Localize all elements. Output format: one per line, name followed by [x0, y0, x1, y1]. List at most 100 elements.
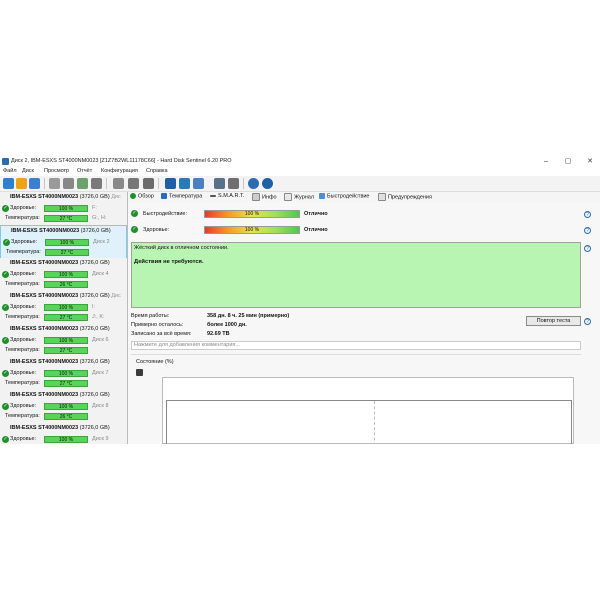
- refresh-icon[interactable]: [3, 178, 14, 189]
- performance-row: ✓ Быстродействие: 100 % Отлично ?: [128, 209, 600, 219]
- log-icon: [284, 193, 292, 201]
- tab-label: S.M.A.R.T.: [218, 193, 245, 199]
- disk-health-bar: 100 %: [44, 370, 88, 377]
- help-icon[interactable]: ?: [584, 227, 591, 234]
- help-icon[interactable]: ?: [584, 245, 591, 252]
- overview-panel: ✓ Быстродействие: 100 % Отлично ? ✓ Здор…: [128, 202, 600, 444]
- status-message-box: Жёсткий диск в отличном состоянии. Дейст…: [131, 242, 581, 308]
- tab-performance[interactable]: Быстродействие: [319, 193, 370, 199]
- disk-health-label: Здоровье:: [10, 370, 37, 376]
- menu-file[interactable]: Файл: [3, 168, 17, 174]
- tab-info[interactable]: Инфо: [252, 193, 277, 201]
- disk-name: IBM-ESXS ST4000NM0023: [10, 194, 79, 200]
- maximize-button[interactable]: ▢: [558, 157, 578, 166]
- tab-smart[interactable]: S.M.A.R.T.: [210, 193, 244, 199]
- sync-icon[interactable]: [29, 178, 40, 189]
- disk-name: IBM-ESXS ST4000NM0023: [10, 326, 79, 332]
- disk-repair-icon[interactable]: [128, 178, 139, 189]
- disk-temp-bar: 26 °C: [44, 281, 88, 288]
- disk-health-label: Здоровье:: [10, 205, 37, 211]
- tab-log[interactable]: Журнал: [284, 193, 314, 201]
- check-icon: [130, 193, 136, 199]
- minimize-button[interactable]: –: [536, 157, 556, 166]
- disk-list-item[interactable]: IBM-ESXS ST4000NM0023 (3726,0 GB) ✓ Здоро…: [0, 258, 127, 292]
- mail-icon[interactable]: [179, 178, 190, 189]
- disk-temp-row: Температура: 27 °C: [0, 346, 127, 355]
- disk-name: IBM-ESXS ST4000NM0023: [10, 425, 79, 431]
- disk-surface-icon[interactable]: [113, 178, 124, 189]
- report-icon[interactable]: [165, 178, 176, 189]
- disk-temp-value: 27 °C: [60, 250, 74, 256]
- disk-list-item[interactable]: IBM-ESXS ST4000NM0023 (3726,0 GB) Дис ✓ Зд…: [0, 192, 127, 226]
- disk-health-value: 100 %: [58, 206, 74, 212]
- action-message: Действия не требуются.: [134, 259, 204, 265]
- disk-health-value: 100 %: [58, 404, 74, 410]
- tab-warnings[interactable]: Предупреждения: [378, 193, 432, 201]
- send-icon[interactable]: [193, 178, 204, 189]
- settings-icon[interactable]: [214, 178, 225, 189]
- disk-temp-value: 27 °C: [59, 348, 73, 354]
- disk-health-value: 100 %: [59, 240, 75, 246]
- health-label: Здоровье:: [143, 227, 170, 233]
- disk-check-icon[interactable]: [77, 178, 88, 189]
- disk-test-icon[interactable]: [91, 178, 102, 189]
- thermometer-icon: [161, 193, 167, 199]
- rescan-icon[interactable]: [16, 178, 27, 189]
- tab-bar: Обзор Температура S.M.A.R.T. Инфо Журнал…: [128, 192, 600, 202]
- disk-name-row: IBM-ESXS ST4000NM0023 (3726,0 GB): [10, 392, 110, 398]
- comment-field[interactable]: Нажмите для добавления комментария...: [131, 341, 581, 350]
- menu-view[interactable]: Просмотр: [44, 168, 69, 174]
- performance-value: 100 %: [244, 211, 260, 217]
- menu-disk[interactable]: Диск: [22, 168, 34, 174]
- help-icon[interactable]: ?: [584, 318, 591, 325]
- disk-name: IBM-ESXS ST4000NM0023: [11, 228, 80, 234]
- disk-letter-2: G:, H:: [92, 215, 107, 221]
- disk-letter: F:: [92, 205, 97, 211]
- disk-info-icon[interactable]: [63, 178, 74, 189]
- tab-temperature[interactable]: Температура: [161, 193, 202, 199]
- disk-list-item[interactable]: IBM-ESXS ST4000NM0023 (3726,0 GB) Дис ✓ Зд…: [0, 291, 127, 325]
- disk-health-label: Здоровье:: [10, 271, 37, 277]
- help-icon[interactable]: [248, 178, 259, 189]
- disk-temp-row: Температура: 26 °C: [0, 412, 127, 421]
- disk-size: (3726,0 GB): [79, 425, 110, 431]
- menu-help[interactable]: Справка: [146, 168, 168, 174]
- help-icon[interactable]: ?: [584, 211, 591, 218]
- disk-icon[interactable]: [49, 178, 60, 189]
- disk-list-item[interactable]: IBM-ESXS ST4000NM0023 (3726,0 GB) ✓ Здоро…: [0, 225, 127, 260]
- disk-temp-bar: 27 °C: [45, 249, 89, 256]
- state-label: Состояние (%): [136, 359, 174, 365]
- disk-temp-row: Температура: 27 °C G:, H:: [0, 214, 127, 223]
- toolbar-divider: [44, 178, 45, 189]
- disk-list-item[interactable]: IBM-ESXS ST4000NM0023 (3726,0 GB) ✓ Здоро…: [0, 357, 127, 391]
- tab-label: Быстродействие: [327, 193, 370, 200]
- disk-health-bar: 100 %: [44, 205, 88, 212]
- written-value: 92.69 TB: [207, 331, 230, 337]
- save-icon[interactable]: [136, 369, 143, 376]
- close-button[interactable]: ✕: [580, 157, 600, 166]
- disk-health-row: ✓ Здоровье: 100 % Диск 6: [0, 336, 127, 345]
- tab-overview[interactable]: Обзор: [130, 193, 154, 199]
- disk-export-icon[interactable]: [143, 178, 154, 189]
- app-window: Диск 2, IBM-ESXS ST4000NM0023 [Z1Z7B2WL1…: [0, 156, 600, 444]
- disk-size: (3726,0 GB): [79, 359, 110, 365]
- menu-config[interactable]: Конфигурация: [101, 168, 138, 174]
- retest-button[interactable]: Повтор теста: [526, 316, 581, 326]
- about-icon[interactable]: [262, 178, 273, 189]
- disk-temp-row: Температура: 26 °C: [0, 280, 127, 289]
- disk-health-row: ✓ Здоровье: 100 % Диск 2: [1, 238, 127, 247]
- disk-size: (3726,0 GB): [79, 260, 110, 266]
- tab-label: Температура: [169, 193, 203, 200]
- disk-temp-value: 26 °C: [59, 282, 73, 288]
- uptime-row: Время работы: 358 дн. 8 ч. 25 мин (пример…: [131, 313, 289, 319]
- gear-icon[interactable]: [228, 178, 239, 189]
- performance-text: Отлично: [304, 211, 328, 217]
- disk-list-item[interactable]: IBM-ESXS ST4000NM0023 (3726,0 GB) ✓ Здоро…: [0, 423, 127, 444]
- disk-temp-row: Температура: 27 °C: [0, 379, 127, 388]
- disk-health-value: 100 %: [58, 338, 74, 344]
- menu-report[interactable]: Отчёт: [77, 168, 92, 174]
- disk-list-item[interactable]: IBM-ESXS ST4000NM0023 (3726,0 GB) ✓ Здоро…: [0, 324, 127, 358]
- disk-name-row: IBM-ESXS ST4000NM0023 (3726,0 GB) Дис: [10, 194, 121, 200]
- disk-list-item[interactable]: IBM-ESXS ST4000NM0023 (3726,0 GB) ✓ Здоро…: [0, 390, 127, 424]
- health-row: ✓ Здоровье: 100 % Отлично ?: [128, 225, 600, 235]
